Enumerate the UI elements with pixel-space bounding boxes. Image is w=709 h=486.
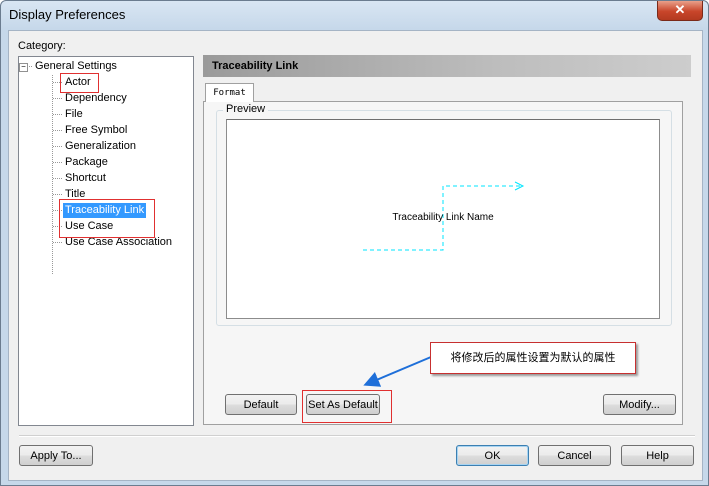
help-button[interactable]: Help: [621, 445, 694, 466]
preview-link-name: Traceability Link Name: [392, 212, 494, 223]
cancel-button[interactable]: Cancel: [538, 445, 611, 466]
category-label: Category:: [18, 40, 66, 52]
category-tree[interactable]: − General Settings Actor Dependency File…: [18, 56, 194, 426]
preview-group: Preview Traceability Link Name: [216, 103, 672, 326]
close-icon: ✕: [674, 2, 686, 17]
highlight-box-selection: [59, 199, 155, 238]
window-title: Display Preferences: [9, 7, 126, 22]
tree-connector: [27, 66, 32, 67]
separator: [19, 435, 695, 437]
tree-connector: [53, 242, 62, 243]
tree-item-package[interactable]: Package: [63, 155, 110, 170]
dialog-window: Display Preferences ✕ Category: − Genera…: [0, 0, 709, 486]
tree-connector: [53, 114, 62, 115]
default-button[interactable]: Default: [225, 394, 297, 415]
annotation-callout: 将修改后的属性设置为默认的属性: [430, 342, 636, 374]
tree-connector: [53, 162, 62, 163]
collapse-icon[interactable]: −: [19, 63, 28, 72]
preview-canvas: Traceability Link Name: [226, 119, 660, 319]
tree-guide-line: [52, 75, 53, 274]
tree-connector: [53, 178, 62, 179]
tree-connector: [53, 130, 62, 131]
preview-label: Preview: [223, 103, 269, 115]
ok-button[interactable]: OK: [456, 445, 529, 466]
apply-to-button[interactable]: Apply To...: [19, 445, 93, 466]
modify-button[interactable]: Modify...: [603, 394, 676, 415]
tree-connector: [53, 98, 62, 99]
tab-format[interactable]: Format: [205, 83, 254, 102]
close-button[interactable]: ✕: [657, 1, 703, 21]
tree-item-dependency[interactable]: Dependency: [63, 91, 129, 106]
panel-header: Traceability Link: [203, 55, 691, 77]
tree-item-free-symbol[interactable]: Free Symbol: [63, 123, 129, 138]
tree-item-file[interactable]: File: [63, 107, 85, 122]
tree-item-generalization[interactable]: Generalization: [63, 139, 138, 154]
highlight-box-actor: [60, 73, 99, 93]
tree-connector: [53, 194, 62, 195]
tree-connector: [53, 146, 62, 147]
callout-arrow-line: [363, 356, 432, 387]
tree-root-general-settings[interactable]: General Settings: [35, 60, 117, 72]
dialog-body: Category: − General Settings Actor Depen…: [8, 30, 703, 481]
tree-item-shortcut[interactable]: Shortcut: [63, 171, 108, 186]
